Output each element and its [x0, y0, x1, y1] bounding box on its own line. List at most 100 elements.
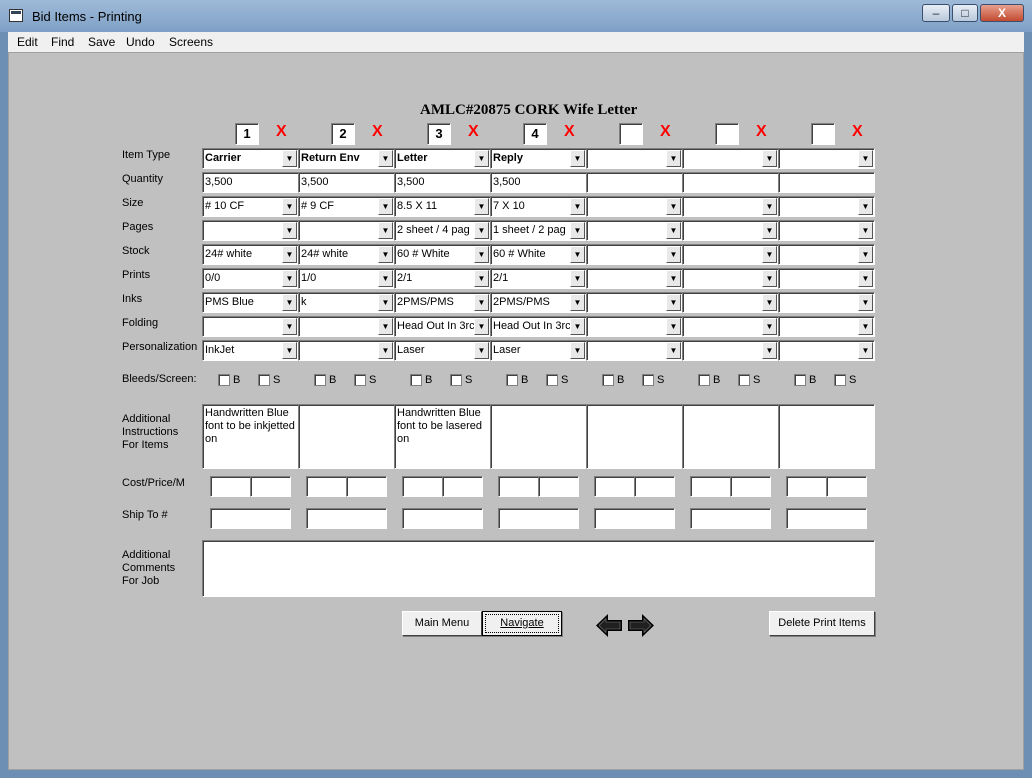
chevron-down-icon[interactable]: ▼ [474, 150, 489, 167]
remove-column-icon[interactable]: X [564, 123, 575, 141]
prints-select[interactable]: 2/1 ▼ [394, 268, 491, 289]
ship-to-field[interactable] [306, 508, 387, 529]
inks-select[interactable]: ▼ [682, 292, 779, 313]
personalization-select[interactable]: ▼ [682, 340, 779, 361]
column-number-box[interactable] [715, 123, 739, 145]
pages-select[interactable]: 2 sheet / 4 pag ▼ [394, 220, 491, 241]
chevron-down-icon[interactable]: ▼ [378, 222, 393, 239]
personalization-select[interactable]: ▼ [586, 340, 683, 361]
prints-select[interactable]: ▼ [778, 268, 875, 289]
item-type-select[interactable]: Letter ▼ [394, 148, 491, 169]
bleeds-checkbox[interactable] [698, 374, 710, 386]
chevron-down-icon[interactable]: ▼ [570, 246, 585, 263]
menu-edit[interactable]: Edit [17, 35, 38, 49]
bleeds-checkbox[interactable] [794, 374, 806, 386]
remove-column-icon[interactable]: X [852, 123, 863, 141]
chevron-down-icon[interactable]: ▼ [666, 342, 681, 359]
cost-field[interactable] [306, 476, 347, 497]
chevron-down-icon[interactable]: ▼ [858, 318, 873, 335]
chevron-down-icon[interactable]: ▼ [570, 318, 585, 335]
chevron-down-icon[interactable]: ▼ [762, 294, 777, 311]
inks-select[interactable]: ▼ [778, 292, 875, 313]
inks-select[interactable]: 2PMS/PMS ▼ [394, 292, 491, 313]
item-type-select[interactable]: ▼ [586, 148, 683, 169]
item-instructions-field[interactable] [682, 404, 779, 469]
chevron-down-icon[interactable]: ▼ [378, 318, 393, 335]
size-select[interactable]: ▼ [586, 196, 683, 217]
column-number-box[interactable]: 4 [523, 123, 547, 145]
chevron-down-icon[interactable]: ▼ [282, 270, 297, 287]
cost-field[interactable] [594, 476, 635, 497]
menu-find[interactable]: Find [51, 35, 74, 49]
item-type-select[interactable]: Return Env ▼ [298, 148, 395, 169]
folding-select[interactable]: ▼ [202, 316, 299, 337]
chevron-down-icon[interactable]: ▼ [858, 342, 873, 359]
maximize-button[interactable]: □ [952, 4, 978, 22]
screen-checkbox[interactable] [258, 374, 270, 386]
cost-field[interactable] [402, 476, 443, 497]
chevron-down-icon[interactable]: ▼ [570, 150, 585, 167]
prints-select[interactable]: 1/0 ▼ [298, 268, 395, 289]
chevron-down-icon[interactable]: ▼ [858, 198, 873, 215]
chevron-down-icon[interactable]: ▼ [378, 270, 393, 287]
cost-field[interactable] [690, 476, 731, 497]
folding-select[interactable]: Head Out In 3rc ▼ [394, 316, 491, 337]
ship-to-field[interactable] [210, 508, 291, 529]
chevron-down-icon[interactable]: ▼ [282, 150, 297, 167]
chevron-down-icon[interactable]: ▼ [282, 342, 297, 359]
minimize-button[interactable]: – [922, 4, 950, 22]
inks-select[interactable]: 2PMS/PMS ▼ [490, 292, 587, 313]
chevron-down-icon[interactable]: ▼ [666, 222, 681, 239]
price-field[interactable] [346, 476, 387, 497]
chevron-down-icon[interactable]: ▼ [378, 150, 393, 167]
bleeds-checkbox[interactable] [218, 374, 230, 386]
quantity-field[interactable] [682, 172, 779, 193]
chevron-down-icon[interactable]: ▼ [570, 270, 585, 287]
cost-field[interactable] [498, 476, 539, 497]
screen-checkbox[interactable] [642, 374, 654, 386]
chevron-down-icon[interactable]: ▼ [762, 150, 777, 167]
folding-select[interactable]: ▼ [778, 316, 875, 337]
inks-select[interactable]: k ▼ [298, 292, 395, 313]
quantity-field[interactable]: 3,500 [394, 172, 491, 193]
size-select[interactable]: # 10 CF ▼ [202, 196, 299, 217]
stock-select[interactable]: ▼ [586, 244, 683, 265]
size-select[interactable]: 8.5 X 11 ▼ [394, 196, 491, 217]
pages-select[interactable]: ▼ [202, 220, 299, 241]
personalization-select[interactable]: Laser ▼ [394, 340, 491, 361]
price-field[interactable] [538, 476, 579, 497]
chevron-down-icon[interactable]: ▼ [762, 270, 777, 287]
item-type-select[interactable]: ▼ [682, 148, 779, 169]
remove-column-icon[interactable]: X [372, 123, 383, 141]
size-select[interactable]: # 9 CF ▼ [298, 196, 395, 217]
chevron-down-icon[interactable]: ▼ [858, 222, 873, 239]
chevron-down-icon[interactable]: ▼ [282, 246, 297, 263]
chevron-down-icon[interactable]: ▼ [666, 198, 681, 215]
cost-field[interactable] [786, 476, 827, 497]
item-type-select[interactable]: Reply ▼ [490, 148, 587, 169]
price-field[interactable] [634, 476, 675, 497]
cost-field[interactable] [210, 476, 251, 497]
screen-checkbox[interactable] [738, 374, 750, 386]
prints-select[interactable]: 2/1 ▼ [490, 268, 587, 289]
ship-to-field[interactable] [498, 508, 579, 529]
chevron-down-icon[interactable]: ▼ [666, 270, 681, 287]
chevron-down-icon[interactable]: ▼ [762, 246, 777, 263]
prints-select[interactable]: 0/0 ▼ [202, 268, 299, 289]
ship-to-field[interactable] [786, 508, 867, 529]
menu-undo[interactable]: Undo [126, 35, 155, 49]
chevron-down-icon[interactable]: ▼ [378, 246, 393, 263]
screen-checkbox[interactable] [354, 374, 366, 386]
chevron-down-icon[interactable]: ▼ [666, 294, 681, 311]
chevron-down-icon[interactable]: ▼ [474, 318, 489, 335]
price-field[interactable] [250, 476, 291, 497]
stock-select[interactable]: 60 # White ▼ [490, 244, 587, 265]
item-instructions-field[interactable] [490, 404, 587, 469]
price-field[interactable] [730, 476, 771, 497]
chevron-down-icon[interactable]: ▼ [282, 198, 297, 215]
prints-select[interactable]: ▼ [586, 268, 683, 289]
item-type-select[interactable]: ▼ [778, 148, 875, 169]
chevron-down-icon[interactable]: ▼ [858, 294, 873, 311]
quantity-field[interactable] [778, 172, 875, 193]
stock-select[interactable]: ▼ [778, 244, 875, 265]
